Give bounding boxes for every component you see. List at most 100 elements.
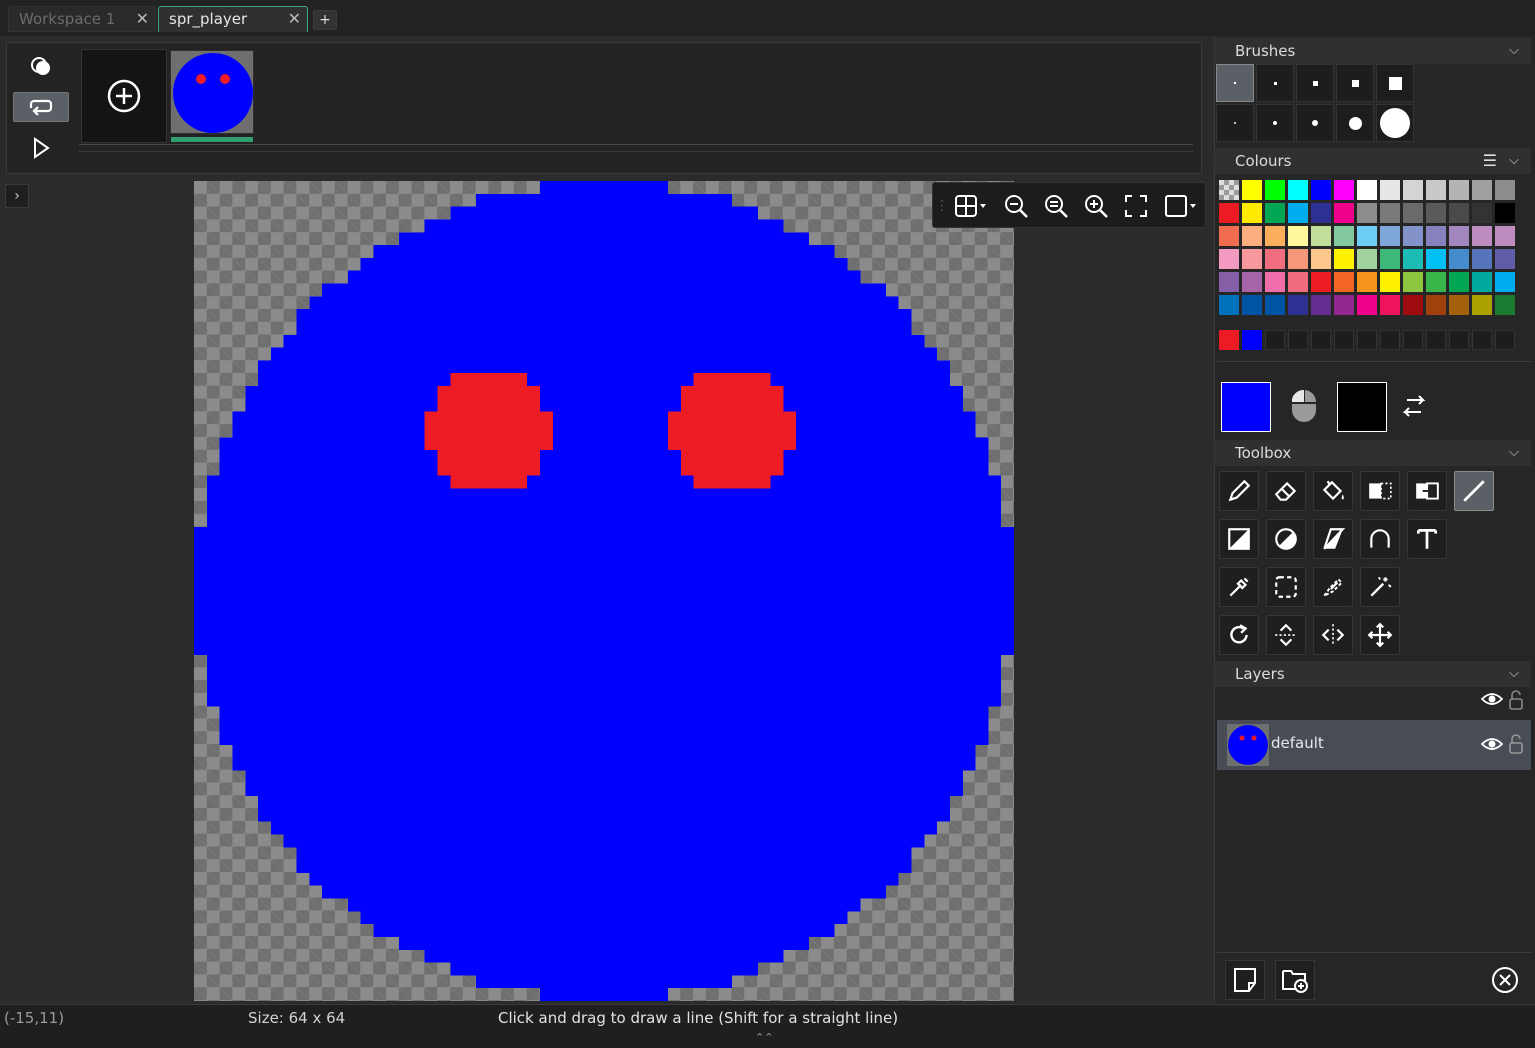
empty-colour-slot[interactable] — [1403, 330, 1423, 350]
swap-colours-icon[interactable] — [1399, 394, 1429, 424]
palette-swatch[interactable] — [1426, 226, 1446, 246]
palette-swatch[interactable] — [1242, 295, 1262, 315]
palette-swatch[interactable] — [1265, 203, 1285, 223]
palette-swatch[interactable] — [1403, 295, 1423, 315]
close-icon[interactable]: ✕ — [288, 7, 301, 31]
palette-swatch[interactable] — [1265, 272, 1285, 292]
chevron-down-icon[interactable]: ⌵ — [1509, 661, 1519, 687]
palette-swatch[interactable] — [1334, 272, 1354, 292]
palette-swatch[interactable] — [1334, 295, 1354, 315]
empty-colour-slot[interactable] — [1472, 330, 1492, 350]
palette-swatch[interactable] — [1357, 272, 1377, 292]
onion-skin-button[interactable] — [13, 51, 69, 81]
palette-swatch[interactable] — [1472, 226, 1492, 246]
timeline-track[interactable] — [79, 144, 1193, 145]
palette-swatch[interactable] — [1495, 226, 1515, 246]
palette-swatch[interactable] — [1472, 295, 1492, 315]
brush-sq-4[interactable] — [1336, 64, 1374, 102]
empty-colour-slot[interactable] — [1449, 330, 1469, 350]
palette-swatch[interactable] — [1219, 203, 1239, 223]
palette-swatch[interactable] — [1334, 203, 1354, 223]
palette-swatch[interactable] — [1403, 203, 1423, 223]
frame-thumbnail[interactable] — [170, 50, 254, 134]
empty-colour-slot[interactable] — [1357, 330, 1377, 350]
palette-swatch[interactable] — [1311, 226, 1331, 246]
brush-rnd-3[interactable] — [1296, 104, 1334, 142]
colours-header[interactable]: Colours ☰ ⌵ — [1215, 148, 1531, 174]
empty-colour-slot[interactable] — [1334, 330, 1354, 350]
empty-colour-slot[interactable] — [1380, 330, 1400, 350]
palette-swatch[interactable] — [1334, 249, 1354, 269]
ellipse-tool-button[interactable] — [1266, 519, 1306, 559]
palette-swatch[interactable] — [1426, 295, 1446, 315]
palette-swatch[interactable] — [1288, 295, 1308, 315]
palette-swatch[interactable] — [1265, 295, 1285, 315]
palette-swatch[interactable] — [1495, 272, 1515, 292]
palette-swatch[interactable] — [1380, 249, 1400, 269]
layers-header[interactable]: Layers ⌵ — [1215, 661, 1531, 687]
palette-swatch[interactable] — [1265, 249, 1285, 269]
palette-swatch[interactable] — [1219, 226, 1239, 246]
brush-rnd-2[interactable] — [1256, 104, 1294, 142]
palette-swatch[interactable] — [1426, 249, 1446, 269]
palette-swatch[interactable] — [1357, 249, 1377, 269]
palette-swatch[interactable] — [1311, 249, 1331, 269]
brush-rnd-1[interactable] — [1216, 104, 1254, 142]
palette-swatch[interactable] — [1357, 180, 1377, 200]
palette-swatch[interactable] — [1265, 180, 1285, 200]
magic-wand-tool-button[interactable] — [1360, 567, 1400, 607]
palette-swatch[interactable] — [1334, 226, 1354, 246]
palette-swatch[interactable] — [1357, 226, 1377, 246]
palette-swatch[interactable] — [1311, 272, 1331, 292]
eraser-tool-button[interactable] — [1266, 471, 1306, 511]
grid-toggle-button[interactable] — [951, 191, 991, 221]
chevron-down-icon[interactable]: ⌵ — [1509, 440, 1519, 466]
palette-swatch[interactable] — [1380, 295, 1400, 315]
expand-output-icon[interactable]: ⌃⌃ — [755, 1031, 773, 1044]
flip-vertical-tool-button[interactable] — [1266, 615, 1306, 655]
brush-rnd-4[interactable] — [1336, 104, 1374, 142]
palette-swatch[interactable] — [1426, 180, 1446, 200]
recent-colour-swatch[interactable] — [1242, 330, 1262, 350]
eyedropper-tool-button[interactable] — [1219, 567, 1259, 607]
pencil-tool-button[interactable] — [1219, 471, 1259, 511]
palette-swatch[interactable] — [1380, 226, 1400, 246]
palette-swatch[interactable] — [1426, 203, 1446, 223]
rect-select-tool-button[interactable] — [1266, 567, 1306, 607]
palette-swatch[interactable] — [1472, 203, 1492, 223]
palette-swatch[interactable] — [1403, 249, 1423, 269]
arc-tool-button[interactable] — [1360, 519, 1400, 559]
empty-colour-slot[interactable] — [1265, 330, 1285, 350]
close-icon[interactable]: ✕ — [136, 7, 149, 31]
drag-handle-icon[interactable]: ⋮ — [935, 191, 949, 221]
sprite-canvas[interactable] — [194, 181, 1014, 1001]
empty-colour-slot[interactable] — [1426, 330, 1446, 350]
palette-swatch[interactable] — [1357, 203, 1377, 223]
palette-swatch[interactable] — [1288, 226, 1308, 246]
palette-swatch[interactable] — [1311, 180, 1331, 200]
eye-icon[interactable] — [1480, 736, 1504, 756]
palette-swatch[interactable] — [1219, 249, 1239, 269]
background-toggle-button[interactable] — [1161, 191, 1201, 221]
new-layer-button[interactable] — [1225, 960, 1265, 1000]
flip-horizontal-tool-button[interactable] — [1313, 615, 1353, 655]
expand-panel-button[interactable]: › — [5, 184, 29, 208]
rectangle-tool-button[interactable] — [1219, 519, 1259, 559]
palette-swatch[interactable] — [1403, 180, 1423, 200]
fit-to-screen-button[interactable] — [1121, 191, 1151, 221]
palette-swatch[interactable] — [1449, 249, 1469, 269]
line-tool-button[interactable] — [1454, 471, 1494, 511]
palette-swatch[interactable] — [1495, 249, 1515, 269]
chevron-down-icon[interactable]: ⌵ — [1509, 148, 1519, 174]
zoom-out-button[interactable] — [1001, 191, 1031, 221]
palette-swatch[interactable] — [1242, 226, 1262, 246]
zoom-reset-button[interactable] — [1041, 191, 1071, 221]
secondary-colour-swatch[interactable] — [1337, 382, 1387, 432]
palette-swatch[interactable] — [1242, 180, 1262, 200]
empty-colour-slot[interactable] — [1495, 330, 1515, 350]
palette-swatch[interactable] — [1265, 226, 1285, 246]
palette-swatch[interactable] — [1288, 272, 1308, 292]
palette-swatch[interactable] — [1242, 203, 1262, 223]
eye-icon[interactable] — [1480, 691, 1504, 711]
palette-swatch[interactable] — [1288, 203, 1308, 223]
